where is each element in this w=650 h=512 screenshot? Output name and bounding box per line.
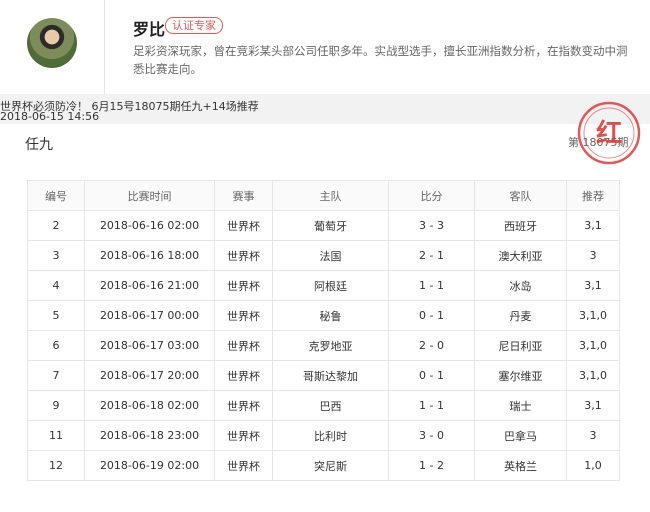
expert-profile: 罗比 认证专家 足彩资深玩家，曾在竞彩某头部公司任职多年。实战型选手，擅长亚洲指… (0, 0, 650, 94)
match-time-cell: 2018-06-18 23:00 (84, 420, 215, 451)
col-header: 比分 (388, 180, 475, 211)
recommendation-cell: 3,1 (566, 270, 620, 301)
match-number-cell: 2 (27, 210, 85, 241)
table-row: 2 2018-06-16 02:00 世界杯 葡萄牙 3 - 3 西班牙 3,1 (27, 210, 620, 241)
score-cell: 1 - 1 (388, 390, 475, 421)
match-number-cell: 7 (27, 360, 85, 391)
home-team-cell[interactable]: 克罗地亚 (272, 330, 389, 361)
match-number-cell: 5 (27, 300, 85, 331)
score-cell: 3 - 3 (388, 210, 475, 241)
match-time-cell: 2018-06-17 00:00 (84, 300, 215, 331)
match-time-cell: 2018-06-16 18:00 (84, 240, 215, 271)
score-cell: 2 - 0 (388, 330, 475, 361)
home-team-cell[interactable]: 阿根廷 (272, 270, 389, 301)
score-cell: 1 - 2 (388, 450, 475, 481)
score-cell: 2 - 1 (388, 240, 475, 271)
col-header: 客队 (474, 180, 567, 211)
match-number-cell: 6 (27, 330, 85, 361)
expert-name[interactable]: 罗比 (133, 16, 165, 40)
score-cell: 0 - 1 (388, 300, 475, 331)
away-team-cell[interactable]: 西班牙 (474, 210, 567, 241)
competition-cell: 世界杯 (214, 330, 273, 361)
stamp-text: 红 (596, 118, 622, 149)
competition-cell: 世界杯 (214, 270, 273, 301)
col-header: 比赛时间 (84, 180, 215, 211)
competition-cell: 世界杯 (214, 390, 273, 421)
recommendation-cell: 3 (566, 420, 620, 451)
expert-bio: 足彩资深玩家，曾在竞彩某头部公司任职多年。实战型选手，擅长亚洲指数分析，在指数变… (133, 44, 628, 76)
competition-cell: 世界杯 (214, 240, 273, 271)
table-row: 5 2018-06-17 00:00 世界杯 秘鲁 0 - 1 丹麦 3,1,0 (27, 300, 620, 331)
col-header: 推荐 (566, 180, 620, 211)
away-team-cell[interactable]: 英格兰 (474, 450, 567, 481)
table-row: 4 2018-06-16 21:00 世界杯 阿根廷 1 - 1 冰岛 3,1 (27, 270, 620, 301)
recommendation-cell: 3,1,0 (566, 300, 620, 331)
competition-cell: 世界杯 (214, 360, 273, 391)
match-rows: 2 2018-06-16 02:00 世界杯 葡萄牙 3 - 3 西班牙 3,1 3 2018-… (27, 210, 620, 481)
recommendation-cell: 3,1,0 (566, 360, 620, 391)
match-time-cell: 2018-06-17 20:00 (84, 360, 215, 391)
recommendation-cell: 1,0 (566, 450, 620, 481)
away-team-cell[interactable]: 塞尔维亚 (474, 360, 567, 391)
home-team-cell[interactable]: 秘鲁 (272, 300, 389, 331)
competition-cell: 世界杯 (214, 300, 273, 331)
match-number-cell: 9 (27, 390, 85, 421)
divider (104, 0, 105, 94)
competition-cell: 世界杯 (214, 210, 273, 241)
recommendation-cell: 3 (566, 240, 620, 271)
col-header: 编号 (27, 180, 85, 211)
match-time-cell: 2018-06-16 02:00 (84, 210, 215, 241)
home-team-cell[interactable]: 突尼斯 (272, 450, 389, 481)
match-time-cell: 2018-06-19 02:00 (84, 450, 215, 481)
match-number-cell: 4 (27, 270, 85, 301)
match-number-cell: 11 (27, 420, 85, 451)
table-header-row: 编号 比赛时间 赛事 主队 比分 客队 推荐 (27, 180, 620, 211)
away-team-cell[interactable]: 澳大利亚 (474, 240, 567, 271)
table-row: 3 2018-06-16 18:00 世界杯 法国 2 - 1 澳大利亚 3 (27, 240, 620, 271)
table-row: 12 2018-06-19 02:00 世界杯 突尼斯 1 - 2 英格兰 1,0 (27, 450, 620, 481)
recommendation-cell: 3,1 (566, 390, 620, 421)
home-team-cell[interactable]: 巴西 (272, 390, 389, 421)
away-team-cell[interactable]: 尼日利亚 (474, 330, 567, 361)
match-time-cell: 2018-06-16 21:00 (84, 270, 215, 301)
table-row: 7 2018-06-17 20:00 世界杯 哥斯达黎加 0 - 1 塞尔维亚 3,1,0 (27, 360, 620, 391)
away-team-cell[interactable]: 巴拿马 (474, 420, 567, 451)
table-row: 9 2018-06-18 02:00 世界杯 巴西 1 - 1 瑞士 3,1 (27, 390, 620, 421)
match-table: 编号 比赛时间 赛事 主队 比分 客队 推荐 2 2018-06-16 02:00… (27, 180, 620, 481)
score-cell: 0 - 1 (388, 360, 475, 391)
home-team-cell[interactable]: 哥斯达黎加 (272, 360, 389, 391)
score-cell: 3 - 0 (388, 420, 475, 451)
match-time-cell: 2018-06-17 03:00 (84, 330, 215, 361)
col-header: 赛事 (214, 180, 273, 211)
avatar[interactable] (27, 18, 77, 68)
red-stamp-icon: 红 (577, 101, 641, 165)
recommendation-cell: 3,1 (566, 210, 620, 241)
competition-cell: 世界杯 (214, 420, 273, 451)
table-row: 11 2018-06-18 23:00 世界杯 比利时 3 - 0 巴拿马 3 (27, 420, 620, 451)
certified-badge: 认证专家 (165, 17, 223, 34)
table-row: 6 2018-06-17 03:00 世界杯 克罗地亚 2 - 0 尼日利亚 3,1,0 (27, 330, 620, 361)
match-number-cell: 12 (27, 450, 85, 481)
away-team-cell[interactable]: 丹麦 (474, 300, 567, 331)
home-team-cell[interactable]: 比利时 (272, 420, 389, 451)
col-header: 主队 (272, 180, 389, 211)
card-title: 任九 (25, 137, 53, 153)
score-cell: 1 - 1 (388, 270, 475, 301)
recommendation-cell: 3,1,0 (566, 330, 620, 361)
home-team-cell[interactable]: 葡萄牙 (272, 210, 389, 241)
match-number-cell: 3 (27, 240, 85, 271)
away-team-cell[interactable]: 瑞士 (474, 390, 567, 421)
competition-cell: 世界杯 (214, 450, 273, 481)
home-team-cell[interactable]: 法国 (272, 240, 389, 271)
prediction-card: 任九 第 18075期 红 编号 比赛时间 赛事 主队 比分 客队 推荐 2 20… (0, 101, 650, 512)
article-datetime: 2018-06-15 14:56 (0, 110, 100, 123)
match-time-cell: 2018-06-18 02:00 (84, 390, 215, 421)
away-team-cell[interactable]: 冰岛 (474, 270, 567, 301)
